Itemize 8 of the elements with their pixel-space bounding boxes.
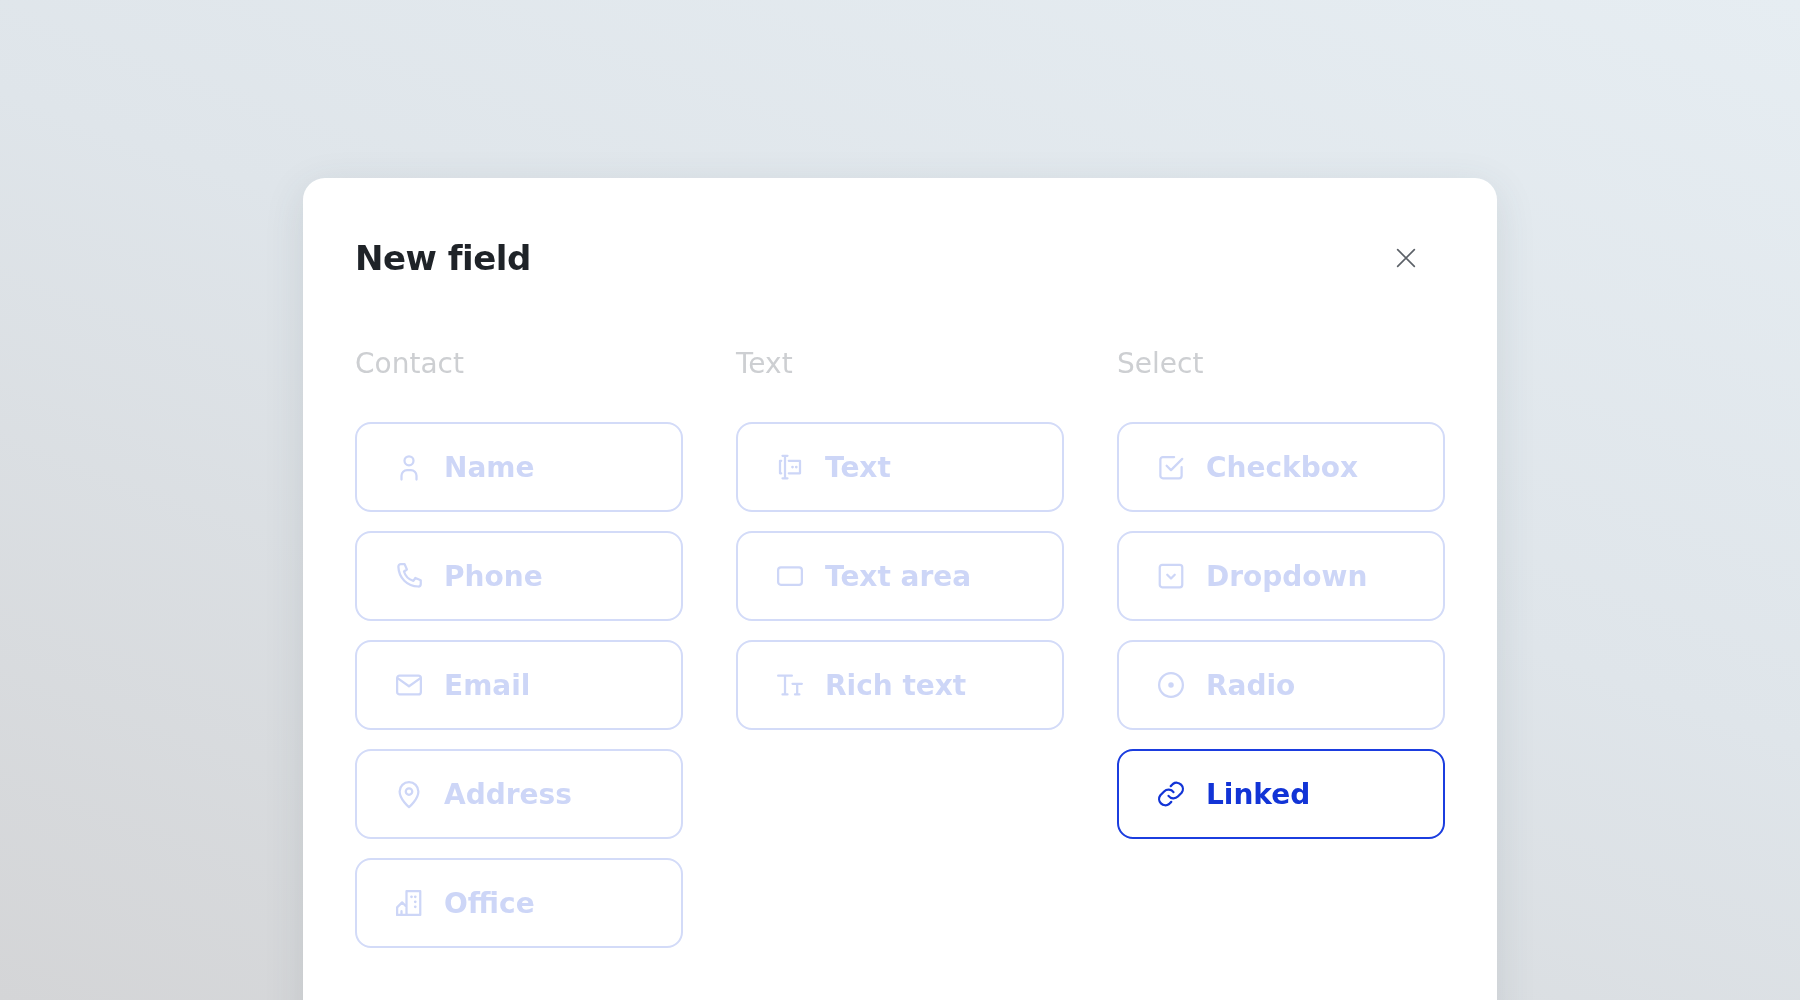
dialog-title: New field [355,237,531,280]
close-icon [1396,248,1416,268]
radio-icon [1156,670,1186,700]
phone-icon [394,561,424,591]
building-icon [394,888,424,918]
field-type-option[interactable]: Linked [1117,749,1445,839]
dropdown-icon [1156,561,1186,591]
link-icon [1156,779,1186,809]
